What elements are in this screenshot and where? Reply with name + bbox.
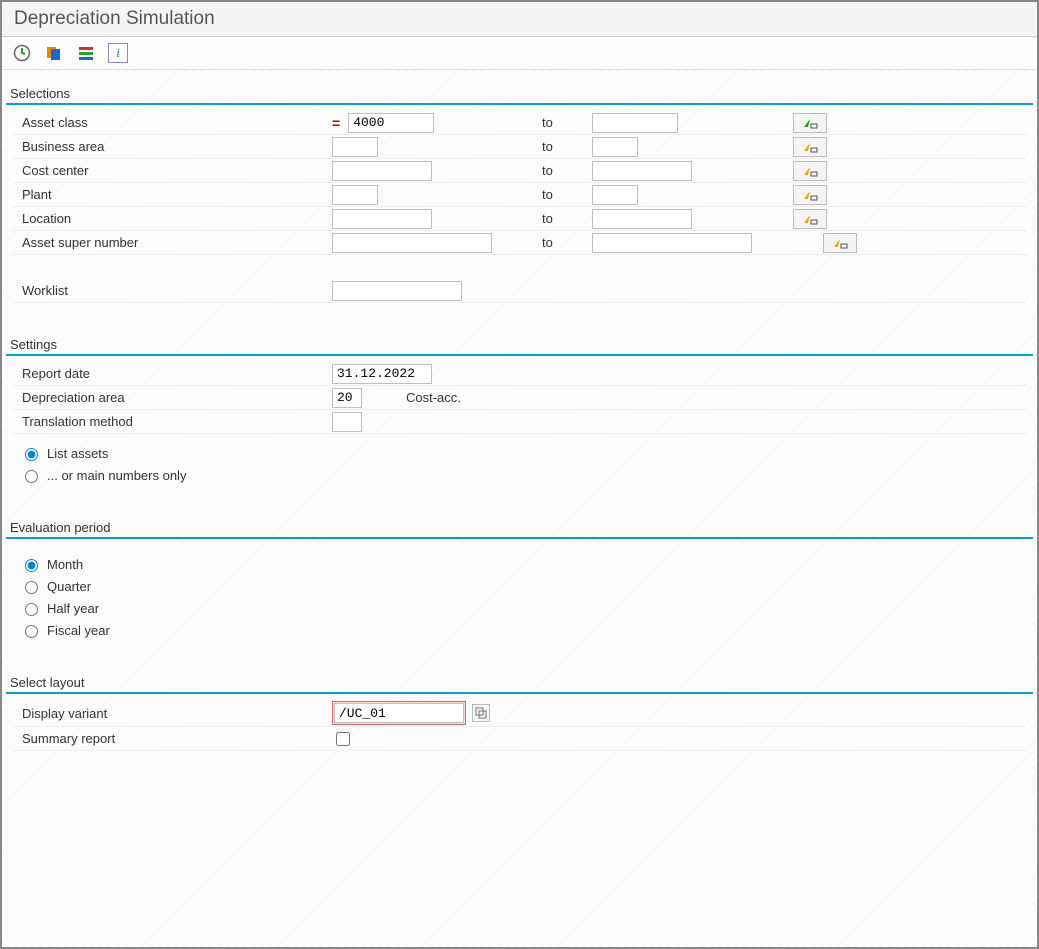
page-title: Depreciation Simulation [2,2,1037,37]
execute-icon[interactable] [12,43,32,63]
section-header-settings: Settings [6,335,1033,356]
label-summary-report: Summary report [12,731,332,746]
depreciation-area-desc: Cost-acc. [406,390,461,405]
fiscal-year-radio[interactable] [25,625,38,638]
multi-select-button[interactable] [793,209,827,229]
summary-report-checkbox[interactable] [336,732,350,746]
equals-icon: = [332,115,340,131]
f4-help-icon[interactable] [472,704,490,722]
main-numbers-label[interactable]: ... or main numbers only [47,468,186,483]
list-assets-label[interactable]: List assets [47,446,108,461]
to-label: to [532,115,592,130]
asset-super-from-input[interactable] [332,233,492,253]
report-date-input[interactable] [332,364,432,384]
row-plant: Plant to [12,183,1027,207]
asset-super-to-input[interactable] [592,233,752,253]
section-eval-period: Evaluation period Month Quarter Half yea… [6,518,1033,659]
business-area-from-input[interactable] [332,137,378,157]
settings-radio-group: List assets ... or main numbers only [6,434,1033,486]
section-settings: Settings Report date Depreciation area C… [6,335,1033,504]
month-radio[interactable] [25,559,38,572]
worklist-input[interactable] [332,281,462,301]
label-location: Location [12,211,332,226]
location-from-input[interactable] [332,209,432,229]
to-label: to [532,211,592,226]
multi-select-button[interactable] [823,233,857,253]
asset-class-from-input[interactable] [348,113,434,133]
display-variant-input[interactable] [334,703,464,723]
svg-text:i: i [116,45,120,60]
month-label[interactable]: Month [47,557,83,572]
display-variant-focus [332,701,466,725]
cost-center-from-input[interactable] [332,161,432,181]
to-label: to [532,139,592,154]
info-icon[interactable]: i [108,43,128,63]
row-asset-super-number: Asset super number to [12,231,1027,255]
multi-select-button[interactable] [793,137,827,157]
depreciation-area-input[interactable] [332,388,362,408]
quarter-radio[interactable] [25,581,38,594]
to-label: to [532,163,592,178]
eval-radio-group: Month Quarter Half year Fiscal year [6,545,1033,641]
plant-from-input[interactable] [332,185,378,205]
quarter-label[interactable]: Quarter [47,579,91,594]
multi-select-button[interactable] [793,185,827,205]
label-cost-center: Cost center [12,163,332,178]
to-label: to [532,187,592,202]
label-asset-super-number: Asset super number [12,235,332,250]
label-depreciation-area: Depreciation area [12,390,332,405]
label-asset-class: Asset class [12,115,332,130]
section-select-layout: Select layout Display variant Summary re… [6,673,1033,769]
variants-icon[interactable] [44,43,64,63]
section-header-layout: Select layout [6,673,1033,694]
row-summary-report: Summary report [12,727,1027,751]
section-header-selections: Selections [6,84,1033,105]
label-translation-method: Translation method [12,414,332,429]
label-display-variant: Display variant [12,706,332,721]
cost-center-to-input[interactable] [592,161,692,181]
list-icon[interactable] [76,43,96,63]
row-worklist: Worklist [12,279,1027,303]
half-year-label[interactable]: Half year [47,601,99,616]
half-year-radio[interactable] [25,603,38,616]
plant-to-input[interactable] [592,185,638,205]
label-report-date: Report date [12,366,332,381]
row-asset-class: Asset class = to [12,111,1027,135]
toolbar: i [2,37,1037,70]
list-assets-radio[interactable] [25,448,38,461]
multi-select-button[interactable] [793,113,827,133]
body: Selections Asset class = to [2,70,1037,947]
to-label: to [532,235,592,250]
main-numbers-radio[interactable] [25,470,38,483]
app-window: Depreciation Simulation i [0,0,1039,949]
multi-select-button[interactable] [793,161,827,181]
row-business-area: Business area to [12,135,1027,159]
label-plant: Plant [12,187,332,202]
row-location: Location to [12,207,1027,231]
row-report-date: Report date [12,362,1027,386]
section-selections: Selections Asset class = to [6,84,1033,321]
asset-class-to-input[interactable] [592,113,678,133]
row-display-variant: Display variant [12,700,1027,727]
label-business-area: Business area [12,139,332,154]
business-area-to-input[interactable] [592,137,638,157]
translation-method-input[interactable] [332,412,362,432]
row-cost-center: Cost center to [12,159,1027,183]
row-translation-method: Translation method [12,410,1027,434]
fiscal-year-label[interactable]: Fiscal year [47,623,110,638]
label-worklist: Worklist [12,283,332,298]
section-header-eval: Evaluation period [6,518,1033,539]
location-to-input[interactable] [592,209,692,229]
row-depreciation-area: Depreciation area Cost-acc. [12,386,1027,410]
